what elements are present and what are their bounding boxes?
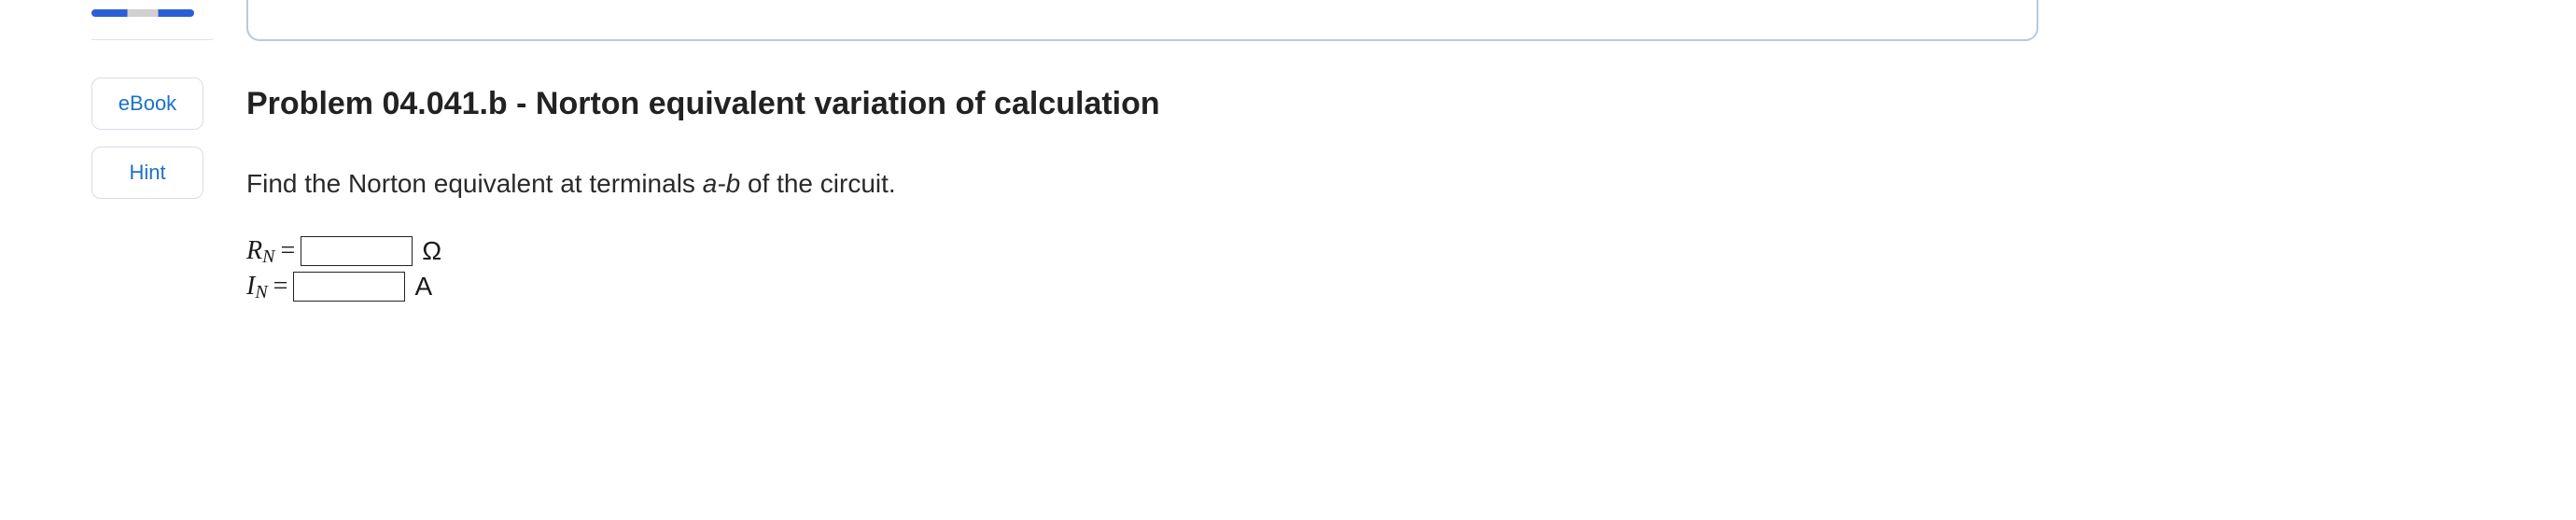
- main-content: Problem 04.041.b - Norton equivalent var…: [213, 0, 2576, 520]
- hint-button[interactable]: Hint: [91, 147, 203, 199]
- rn-row: RN = Ω: [246, 236, 2501, 266]
- progress-bar: [91, 9, 194, 17]
- rn-var: R: [246, 236, 262, 266]
- instruction-suffix: of the circuit.: [740, 169, 896, 198]
- rn-eq: =: [280, 236, 295, 266]
- sidebar: eBook Hint: [91, 0, 213, 520]
- answer-rows: RN = Ω IN = A: [246, 236, 2501, 302]
- in-var: I: [246, 272, 255, 302]
- problem-title: Problem 04.041.b - Norton equivalent var…: [246, 86, 2501, 122]
- rn-sub: N: [262, 246, 274, 268]
- instruction-prefix: Find the Norton equivalent at terminals: [246, 169, 703, 198]
- in-eq: =: [273, 272, 288, 302]
- rn-unit: Ω: [422, 236, 441, 266]
- rn-input[interactable]: [301, 236, 413, 266]
- in-row: IN = A: [246, 272, 2501, 302]
- sidebar-divider: [91, 39, 213, 40]
- in-sub: N: [255, 282, 267, 303]
- instruction-terminals: a-b: [703, 169, 740, 198]
- in-unit: A: [414, 272, 432, 302]
- ebook-button[interactable]: eBook: [91, 77, 203, 130]
- in-input[interactable]: [293, 272, 405, 302]
- answer-box-previous[interactable]: [246, 0, 2038, 41]
- problem-instruction: Find the Norton equivalent at terminals …: [246, 169, 2501, 199]
